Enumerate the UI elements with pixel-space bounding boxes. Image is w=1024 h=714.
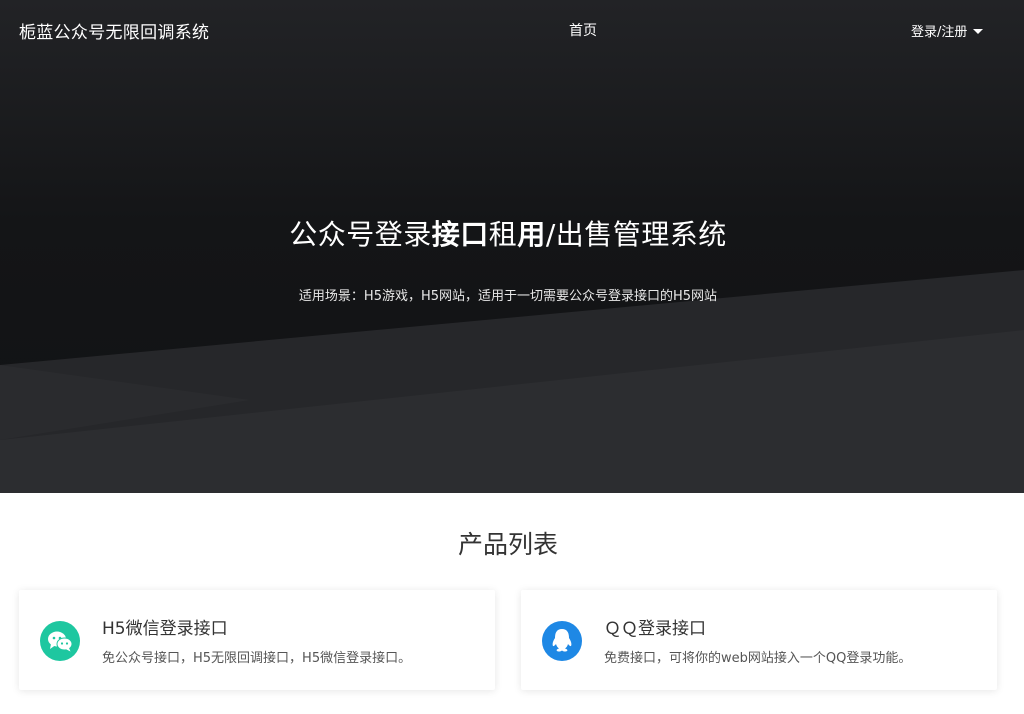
section-title: 产品列表 [457, 530, 558, 559]
site-brand[interactable]: 栀蓝公众号无限回调系统 [19, 18, 209, 43]
nav-home-link[interactable]: 首页 [569, 20, 597, 40]
hero-section: 栀蓝公众号无限回调系统 首页 登录/注册 公众号登录接口租用/出售管理系统 适用… [0, 0, 1024, 493]
nav-login-label: 登录/注册 [911, 25, 968, 40]
hero-title: 公众号登录接口租用/出售管理系统 [289, 218, 727, 251]
product-title: H5微信登录接口 [102, 619, 228, 639]
product-description: 免费接口，可将你的web网站接入一个QQ登录功能。 [604, 651, 912, 666]
hero-subtitle: 适用场景：H5游戏，H5网站，适用于一切需要公众号登录接口的H5网站 [298, 289, 718, 304]
nav-login-dropdown[interactable]: 登录/注册 [911, 21, 984, 40]
products-section: 产品列表 H5微信登录接口 免公众号接口，H5无限回调接口，H5微信登录接口。 … [0, 493, 1024, 714]
product-card-wechat[interactable]: H5微信登录接口 免公众号接口，H5无限回调接口，H5微信登录接口。 [19, 590, 495, 690]
product-title: ＱＱ登录接口 [604, 619, 706, 639]
qq-icon [542, 621, 582, 661]
product-description: 免公众号接口，H5无限回调接口，H5微信登录接口。 [102, 651, 412, 666]
caret-down-icon [973, 28, 984, 34]
wechat-icon [40, 621, 80, 661]
top-navbar: 栀蓝公众号无限回调系统 首页 登录/注册 [0, 0, 1024, 60]
product-card-qq[interactable]: ＱＱ登录接口 免费接口，可将你的web网站接入一个QQ登录功能。 [521, 590, 997, 690]
